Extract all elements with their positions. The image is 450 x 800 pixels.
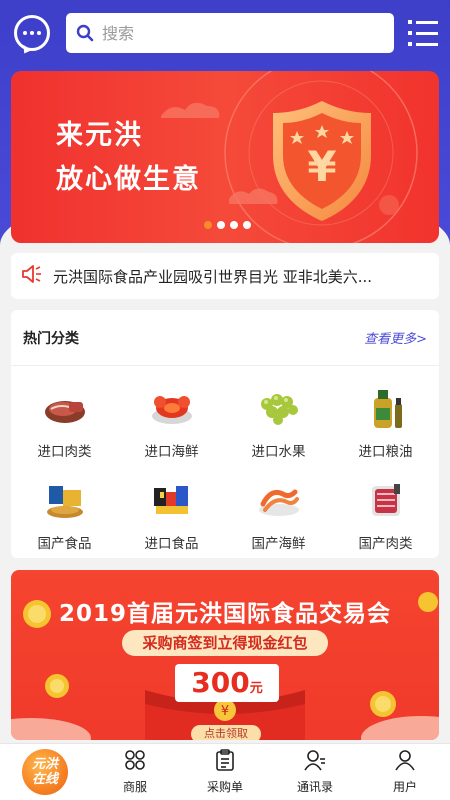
clipboard-icon (214, 749, 236, 775)
grape-icon (255, 384, 303, 432)
category-label: 国产食品 (37, 536, 92, 552)
category-item-imported-meat[interactable]: 进口肉类 (11, 376, 118, 468)
tab-user[interactable]: 用户 (360, 744, 450, 800)
bottom-tab-bar: 元洪 在线 商服 采购单 通讯录 用户 (0, 743, 450, 800)
search-icon (76, 24, 94, 42)
shrimp-icon (255, 476, 303, 524)
category-label: 国产海鲜 (251, 536, 306, 552)
tab-label: 商服 (122, 780, 147, 794)
promo-banner[interactable]: ¥ 2019首届元洪国际食品交易会 采购商签到立得现金红包 300元 点击领取 (11, 570, 439, 740)
brand-logo[interactable]: 元洪 在线 (22, 749, 68, 795)
promo-title: 2019首届元洪国际食品交易会 (58, 601, 391, 627)
shield-yen-symbol: ¥ (307, 142, 336, 191)
tab-contacts[interactable]: 通讯录 (270, 744, 360, 800)
category-item-imported-food[interactable]: 进口食品 (118, 468, 225, 560)
search-input[interactable] (102, 23, 382, 43)
meat-icon (41, 384, 89, 432)
shield-icon: ¥ (273, 101, 371, 221)
tab-business-services[interactable]: 商服 (90, 744, 180, 800)
tab-label: 通讯录 (296, 780, 333, 794)
claim-button[interactable]: 点击领取 (191, 725, 261, 740)
carousel-dot[interactable] (243, 221, 251, 229)
domestic-meat-icon (362, 476, 410, 524)
category-item-imported-seafood[interactable]: 进口海鲜 (118, 376, 225, 468)
tab-label: 用户 (392, 780, 417, 794)
hot-categories-title: 热门分类 (23, 330, 79, 347)
category-label: 进口水果 (251, 444, 306, 460)
message-icon[interactable] (14, 15, 50, 51)
snack-icon (41, 476, 89, 524)
category-item-imported-grain-oil[interactable]: 进口粮油 (332, 376, 439, 468)
category-label: 进口粮油 (358, 444, 413, 460)
carousel-dot[interactable] (217, 221, 225, 229)
contacts-icon (304, 749, 326, 775)
hot-categories-header: 热门分类 查看更多> (11, 310, 439, 366)
hot-categories-panel: 热门分类 查看更多> 进口肉类 进口海鲜 进口水果 进口粮油 国产食品 进口食品… (11, 310, 439, 558)
news-ticker[interactable]: 元洪国际食品产业园吸引世界目光 亚非北美六... (11, 253, 439, 299)
tab-home[interactable]: 元洪 在线 (0, 744, 90, 800)
category-item-imported-fruit[interactable]: 进口水果 (225, 376, 332, 468)
view-more-link[interactable]: 查看更多> (364, 328, 427, 347)
carousel-indicator[interactable] (204, 221, 251, 229)
category-item-domestic-seafood[interactable]: 国产海鲜 (225, 468, 332, 560)
svg-text:¥: ¥ (221, 704, 229, 719)
user-icon (394, 749, 416, 775)
grid-icon (124, 749, 146, 775)
banner-carousel[interactable]: 来元洪 放心做生意 ¥ (11, 71, 439, 243)
tab-purchase-order[interactable]: 采购单 (180, 744, 270, 800)
speaker-icon (21, 264, 43, 288)
category-label: 进口肉类 (37, 444, 92, 460)
header (0, 0, 450, 66)
news-ticker-text[interactable]: 元洪国际食品产业园吸引世界目光 亚非北美六... (53, 266, 428, 287)
category-label: 进口食品 (144, 536, 199, 552)
carousel-dot[interactable] (204, 221, 212, 229)
search-bar[interactable] (66, 13, 394, 53)
banner-line1: 来元洪 (56, 120, 143, 151)
lobster-icon (148, 384, 196, 432)
oil-bottle-icon (362, 384, 410, 432)
menu-icon[interactable] (408, 20, 438, 46)
category-item-domestic-meat[interactable]: 国产肉类 (332, 468, 439, 560)
carousel-dot[interactable] (230, 221, 238, 229)
tab-label: 采购单 (206, 780, 243, 794)
category-item-domestic-food[interactable]: 国产食品 (11, 468, 118, 560)
category-label: 进口海鲜 (144, 444, 199, 460)
category-grid: 进口肉类 进口海鲜 进口水果 进口粮油 国产食品 进口食品 国产海鲜 国产肉类 (11, 366, 439, 560)
banner-line2: 放心做生意 (56, 164, 201, 195)
category-label: 国产肉类 (358, 536, 413, 552)
promo-amount: 300元 (175, 664, 279, 702)
imported-food-icon (148, 476, 196, 524)
promo-subtitle: 采购商签到立得现金红包 (122, 630, 328, 656)
